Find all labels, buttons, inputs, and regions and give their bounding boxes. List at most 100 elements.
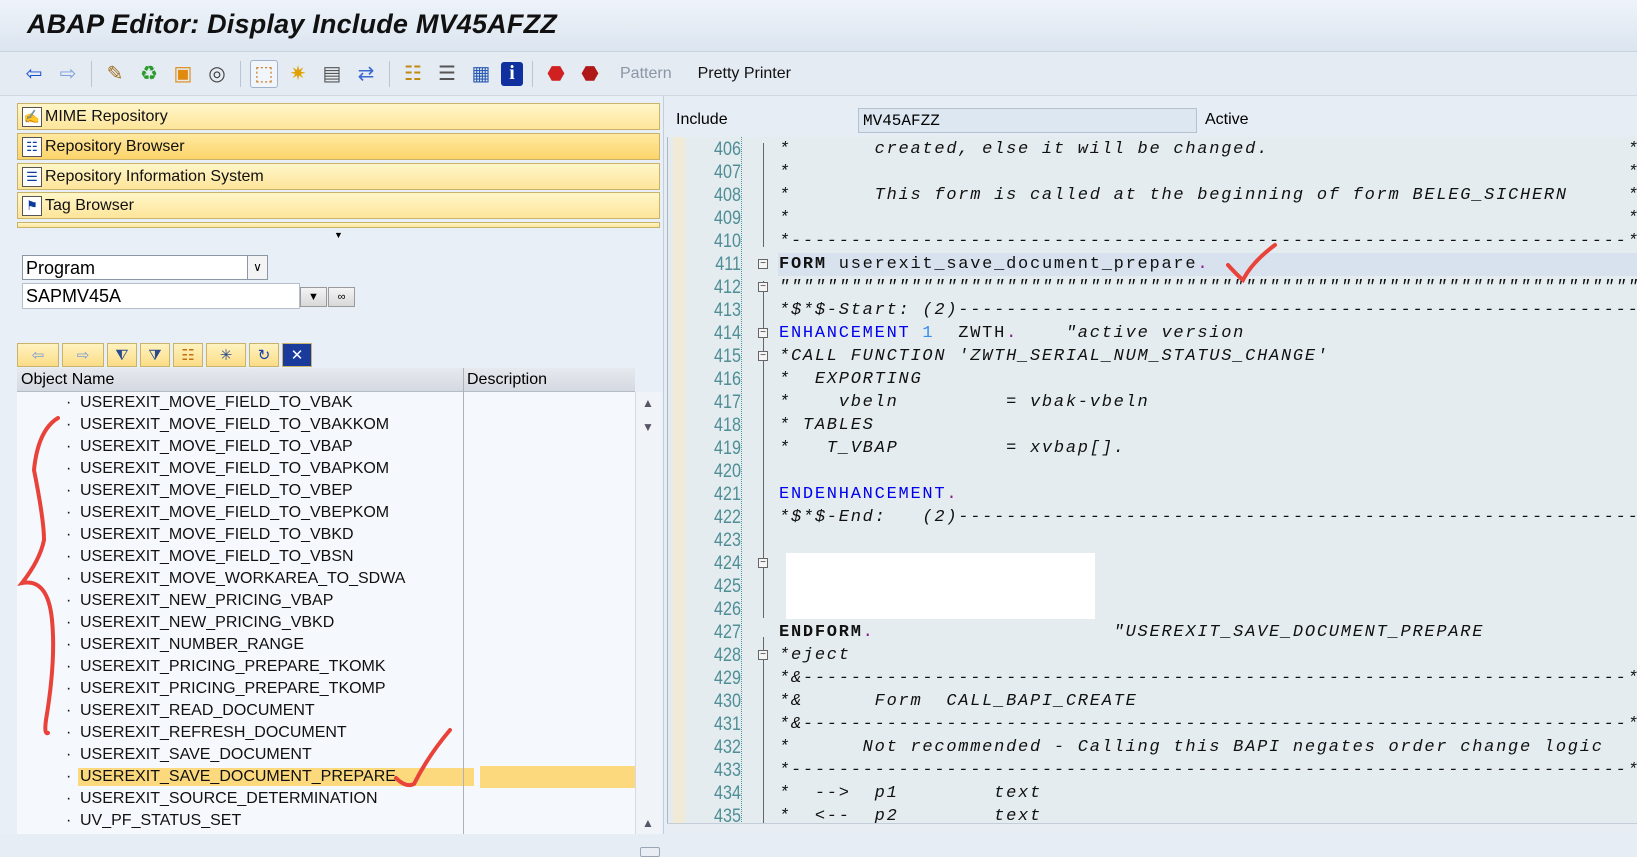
display-glasses-icon[interactable]: ∞ (328, 287, 355, 307)
breakpoint-strip[interactable] (673, 137, 685, 834)
code-line[interactable]: * Not recommended - Calling this BAPI ne… (779, 736, 1604, 759)
hierarchy-up-icon[interactable]: ☷ (173, 343, 203, 367)
repository-browser-icon: ☷ (22, 136, 42, 157)
tree-item[interactable]: · USEREXIT_SAVE_DOCUMENT_PREPARE (17, 766, 635, 788)
tree-item[interactable]: · USEREXIT_MOVE_WORKAREA_TO_SDWA (17, 568, 635, 590)
editor-horizontal-scrollbar[interactable] (667, 823, 1637, 834)
code-line[interactable]: * created, else it will be changed. * (779, 138, 1637, 161)
object-type-select[interactable]: Program ∨ (22, 255, 268, 280)
close-icon[interactable]: ✕ (282, 343, 312, 367)
code-line[interactable]: *CALL FUNCTION 'ZWTH_SERIAL_NUM_STATUS_C… (779, 345, 1329, 368)
code-line[interactable]: * --> p1 text (779, 782, 1042, 805)
code-line[interactable]: *&--------------------------------------… (779, 667, 1637, 690)
code-line[interactable]: *---------------------------------------… (779, 230, 1637, 253)
collapse-all-icon[interactable]: ⧩ (140, 343, 170, 367)
code-line[interactable]: ENHANCEMENT 1 ZWTH. "active version (779, 322, 1245, 345)
tree-item[interactable]: · USEREXIT_NUMBER_RANGE (17, 634, 635, 656)
code-editor[interactable]: 406 407 408 409 410 411 412 413 414 415 416 417 418 4… (667, 137, 1637, 834)
code-line[interactable]: *---------------------------------------… (779, 759, 1637, 782)
refresh-icon[interactable]: ↻ (249, 343, 279, 367)
tree-scrollbar[interactable]: ▲ ▼ ▲ (635, 392, 662, 857)
pattern-button[interactable]: Pattern (610, 65, 682, 83)
code-line[interactable]: *$*$-End: (2)---------------------------… (779, 506, 1637, 529)
expand-all-icon[interactable]: ⧨ (107, 343, 137, 367)
mime-repository-button[interactable]: ✍ MIME Repository (17, 103, 660, 130)
code-line[interactable]: * EXPORTING (779, 368, 922, 391)
code-line[interactable]: FORM userexit_save_document_prepare. (779, 253, 1209, 276)
chevron-down-icon[interactable]: ∨ (247, 256, 267, 279)
other-object-icon[interactable]: ⇄ (352, 60, 380, 88)
line-number: 412 (714, 277, 741, 298)
column-header-description[interactable]: Description (467, 371, 547, 389)
more-button-collapsed[interactable] (17, 222, 660, 228)
tree-item[interactable]: · USEREXIT_PRICING_PREPARE_TKOMK (17, 656, 635, 678)
back-icon[interactable]: ⇦ (20, 60, 48, 88)
tree-item[interactable]: · USEREXIT_MOVE_FIELD_TO_VBAKKOM (17, 414, 635, 436)
code-line[interactable]: """"""""""""""""""""""""""""""""""""""""… (779, 276, 1637, 299)
code-line[interactable]: ENDENHANCEMENT. (779, 483, 958, 506)
tree-forward-icon[interactable]: ⇨ (62, 343, 104, 367)
tree-item[interactable]: · USEREXIT_NEW_PRICING_VBAP (17, 590, 635, 612)
object-name-input[interactable]: SAPMV45A (22, 283, 300, 309)
column-header-object-name[interactable]: Object Name (21, 371, 114, 389)
tree-item[interactable]: · USEREXIT_SAVE_DOCUMENT (17, 744, 635, 766)
display-object-list-icon[interactable]: ⬚ (250, 59, 278, 88)
pretty-printer-button[interactable]: Pretty Printer (688, 65, 801, 83)
code-line[interactable]: * * (779, 161, 1637, 184)
navigation-window-icon[interactable]: ▤ (318, 60, 346, 88)
expand-arrow-icon[interactable]: ▼ (334, 230, 343, 240)
fold-toggle-icon[interactable]: − (758, 558, 768, 568)
code-line[interactable]: *&--------------------------------------… (779, 713, 1637, 736)
fold-toggle-icon[interactable]: − (758, 282, 768, 292)
tree-item[interactable]: · USEREXIT_MOVE_FIELD_TO_VBEPKOM (17, 502, 635, 524)
tree-item[interactable]: · USEREXIT_PRICING_PREPARE_TKOMP (17, 678, 635, 700)
stack-icon[interactable]: ☰ (433, 60, 461, 88)
hierarchy-icon[interactable]: ☷ (399, 60, 427, 88)
tree-item[interactable]: · USEREXIT_MOVE_FIELD_TO_VBEP (17, 480, 635, 502)
tree-item[interactable]: · USEREXIT_MOVE_FIELD_TO_VBAP (17, 436, 635, 458)
activate-icon[interactable]: ♻ (135, 60, 163, 88)
code-line[interactable]: ENDFORM. "USEREXIT_SAVE_DOCUMENT_PREPARE (779, 621, 1484, 644)
scroll-thumb[interactable] (640, 847, 660, 857)
code-line[interactable]: *eject (779, 644, 851, 667)
code-line[interactable]: * TABLES (779, 414, 875, 437)
stop-user-icon[interactable]: ⬣ (576, 60, 604, 88)
tag-browser-button[interactable]: ⚑ Tag Browser (17, 192, 660, 219)
tree-item[interactable]: · USEREXIT_MOVE_FIELD_TO_VBSN (17, 546, 635, 568)
scroll-up-icon[interactable]: ▲ (642, 816, 654, 830)
forward-icon[interactable]: ⇨ (54, 60, 82, 88)
dropdown-arrow-icon[interactable]: ▼ (300, 287, 327, 307)
code-line[interactable]: * vbeln = vbak-vbeln (779, 391, 1150, 414)
check-icon[interactable]: ✎ (101, 60, 129, 88)
repository-browser-button[interactable]: ☷ Repository Browser (17, 133, 660, 160)
code-line[interactable]: *$*$-Start: (2)-------------------------… (779, 299, 1637, 322)
where-used-icon[interactable]: ▣ (169, 60, 197, 88)
code-line[interactable]: * T_VBAP = xvbap[]. (779, 437, 1126, 460)
tree-item[interactable]: · UV_PF_STATUS_SET (17, 810, 635, 832)
code-line[interactable]: * * (779, 207, 1637, 230)
tree-item[interactable]: · USEREXIT_READ_DOCUMENT (17, 700, 635, 722)
stop-icon[interactable]: ⬣ (542, 60, 570, 88)
tree-item[interactable]: · USEREXIT_SOURCE_DETERMINATION (17, 788, 635, 810)
scroll-up-icon[interactable]: ▲ (642, 396, 654, 410)
tree-item[interactable]: · USEREXIT_NEW_PRICING_VBKD (17, 612, 635, 634)
tree-item[interactable]: · USEREXIT_MOVE_FIELD_TO_VBKD (17, 524, 635, 546)
breakpoint-icon[interactable]: ✷ (284, 60, 312, 88)
tree-item[interactable]: · USEREXIT_REFRESH_DOCUMENT (17, 722, 635, 744)
fold-toggle-icon[interactable]: − (758, 351, 768, 361)
settings-icon[interactable]: ✳ (206, 343, 246, 367)
fold-toggle-icon[interactable]: − (758, 328, 768, 338)
tree-item[interactable]: · USEREXIT_MOVE_FIELD_TO_VBAPKOM (17, 458, 635, 480)
test-icon[interactable]: ◎ (203, 60, 231, 88)
tree-item[interactable]: · USEREXIT_MOVE_FIELD_TO_VBAK (17, 392, 635, 414)
include-name-field[interactable]: MV45AFZZ (858, 108, 1197, 133)
code-line[interactable]: *& Form CALL_BAPI_CREATE (779, 690, 1138, 713)
info-icon[interactable]: i (501, 61, 523, 86)
fold-toggle-icon[interactable]: − (758, 650, 768, 660)
list-icon[interactable]: ▦ (467, 60, 495, 88)
repository-information-system-button[interactable]: ☰ Repository Information System (17, 163, 660, 190)
fold-toggle-icon[interactable]: − (758, 259, 768, 269)
tree-back-icon[interactable]: ⇦ (17, 343, 59, 367)
scroll-down-icon[interactable]: ▼ (642, 420, 654, 434)
code-line[interactable]: * This form is called at the beginning o… (779, 184, 1637, 207)
